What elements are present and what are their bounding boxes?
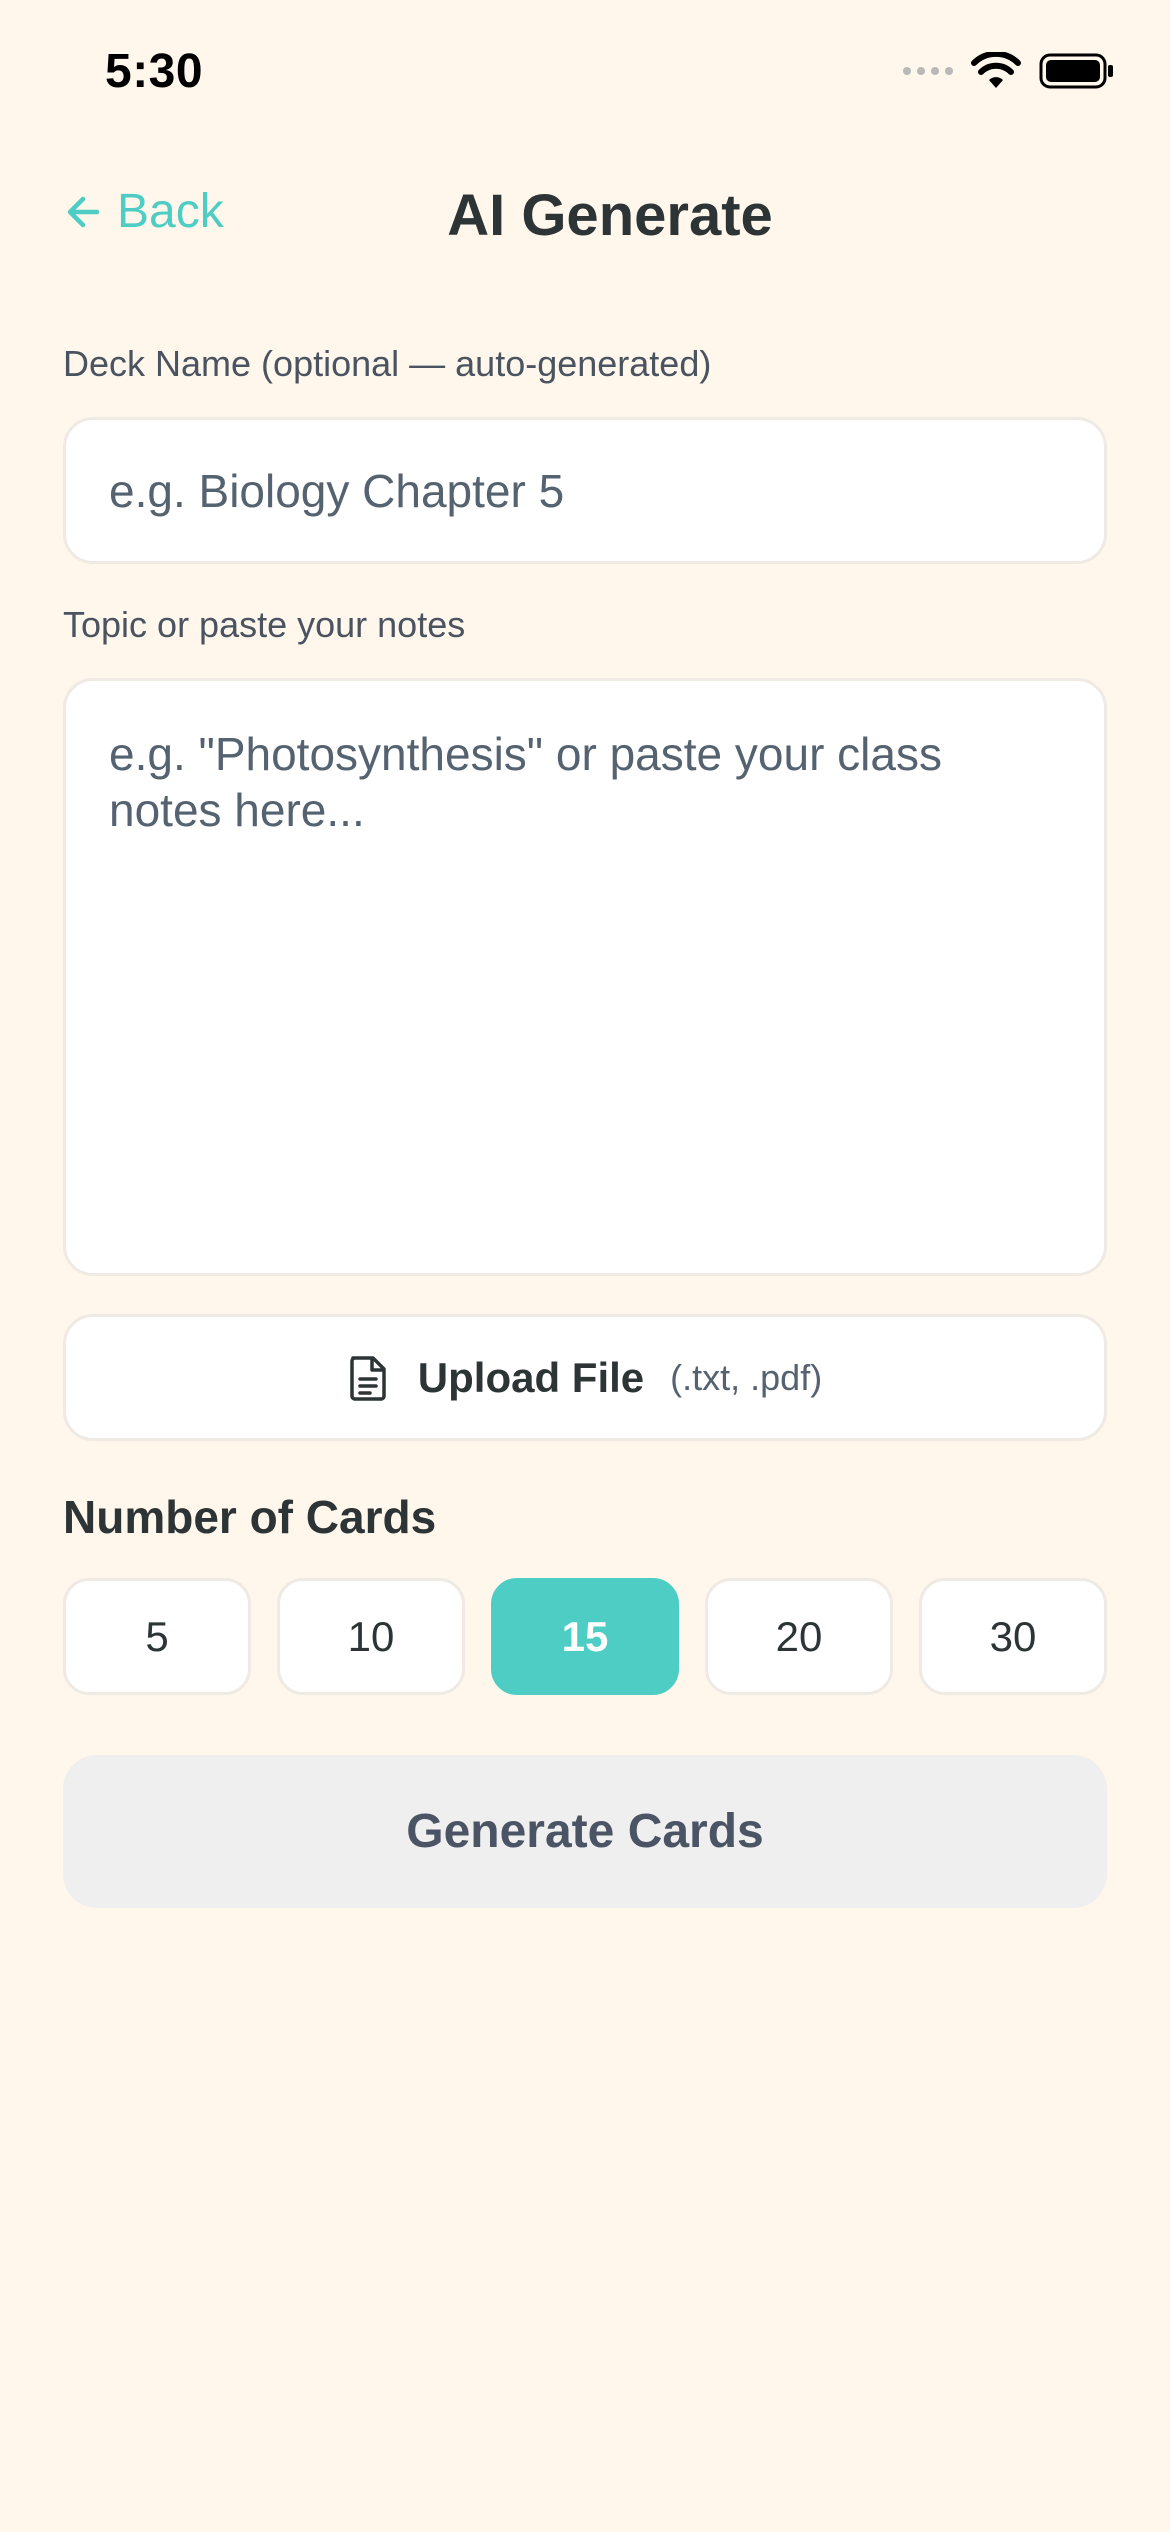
count-option-30[interactable]: 30 bbox=[919, 1578, 1107, 1695]
header: AI Generate Back bbox=[0, 170, 1170, 270]
notes-label: Topic or paste your notes bbox=[63, 604, 466, 645]
deck-name-input[interactable] bbox=[63, 417, 1107, 564]
upload-file-button[interactable]: Upload File (.txt, .pdf) bbox=[63, 1314, 1107, 1441]
back-label: Back bbox=[117, 185, 224, 238]
cellular-signal-icon bbox=[903, 67, 953, 75]
status-bar: 5:30 bbox=[0, 0, 1170, 150]
deck-name-label: Deck Name (optional — auto-generated) bbox=[63, 343, 712, 384]
generate-cards-button[interactable]: Generate Cards bbox=[63, 1755, 1107, 1908]
count-option-20[interactable]: 20 bbox=[705, 1578, 893, 1695]
arrow-left-icon bbox=[67, 196, 100, 227]
count-option-10[interactable]: 10 bbox=[277, 1578, 465, 1695]
status-time: 5:30 bbox=[105, 45, 204, 98]
count-option-5[interactable]: 5 bbox=[63, 1578, 251, 1695]
notes-textarea[interactable] bbox=[63, 678, 1107, 1276]
battery-icon bbox=[1039, 53, 1113, 89]
wifi-icon bbox=[971, 52, 1021, 88]
upload-hint: (.txt, .pdf) bbox=[670, 1356, 823, 1398]
document-icon bbox=[348, 1355, 388, 1401]
back-button[interactable]: Back bbox=[63, 184, 224, 239]
card-count-selector: 5 10 15 20 30 bbox=[63, 1578, 1107, 1695]
card-count-title: Number of Cards bbox=[63, 1491, 437, 1543]
screen: 5:30 AI Generate Back Deck Name (optiona… bbox=[0, 0, 1170, 2532]
count-option-15[interactable]: 15 bbox=[491, 1578, 679, 1695]
upload-label: Upload File bbox=[417, 1353, 645, 1401]
status-icons bbox=[903, 52, 1115, 90]
